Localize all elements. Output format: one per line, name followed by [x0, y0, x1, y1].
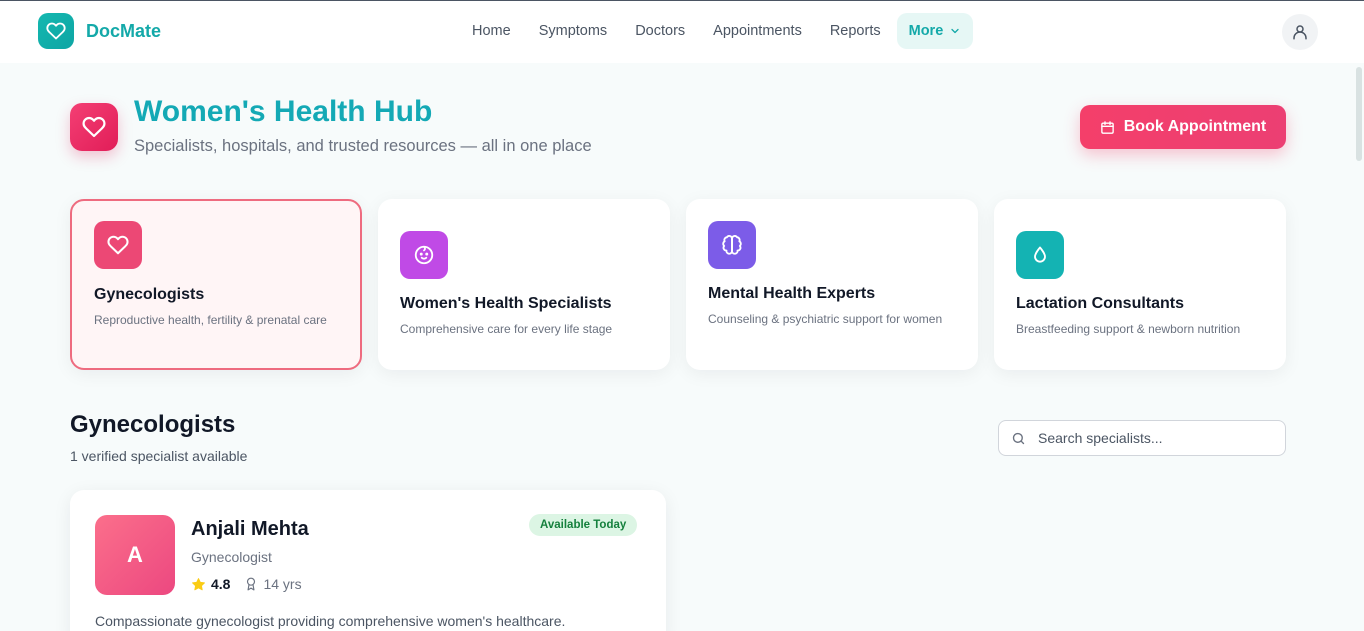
doctor-rating: 4.8: [211, 576, 231, 592]
section-title: Gynecologists: [70, 411, 236, 438]
nav-reports[interactable]: Reports: [816, 13, 895, 49]
category-desc: Comprehensive care for every life stage: [400, 322, 613, 336]
specialist-count: 1 verified specialist available: [70, 448, 248, 464]
doctor-card[interactable]: A Anjali Mehta Gynecologist 4.8 14 yrs A…: [70, 490, 666, 631]
award-icon: [247, 577, 256, 591]
category-card-lactation-consultants[interactable]: Lactation Consultants Breastfeeding supp…: [994, 199, 1286, 370]
nav-more-dropdown[interactable]: More: [896, 13, 974, 49]
nav-doctors[interactable]: Doctors: [621, 13, 699, 49]
category-card-womens-health-specialists[interactable]: Women's Health Specialists Comprehensive…: [378, 199, 670, 370]
doctor-bio: Compassionate gynecologist providing com…: [95, 613, 566, 629]
brand-name: DocMate: [86, 20, 162, 41]
category-title: Women's Health Specialists: [400, 295, 612, 312]
nav-home[interactable]: Home: [458, 13, 525, 49]
book-appointment-button[interactable]: Book Appointment: [1080, 105, 1286, 149]
page-subtitle: Specialists, hospitals, and trusted reso…: [134, 137, 592, 155]
nav-appointments[interactable]: Appointments: [699, 13, 816, 49]
category-card-mental-health-experts[interactable]: Mental Health Experts Counseling & psych…: [686, 199, 978, 370]
nav-symptoms[interactable]: Symptoms: [525, 13, 622, 49]
search-icon: [1012, 432, 1025, 444]
top-navbar: DocMate Home Symptoms Doctors Appointmen…: [0, 1, 1364, 63]
baby-icon: [400, 231, 448, 279]
category-title: Lactation Consultants: [1016, 295, 1185, 312]
chevron-down-icon: [951, 28, 959, 34]
user-profile-button[interactable]: [1282, 14, 1318, 50]
user-icon: [1293, 25, 1307, 40]
doctor-specialty: Gynecologist: [191, 549, 272, 565]
status-badge: Available Today: [529, 514, 638, 536]
category-desc: Reproductive health, fertility & prenata…: [94, 313, 327, 327]
nav-links: Home Symptoms Doctors Appointments Repor…: [458, 13, 974, 49]
heart-icon: [94, 221, 142, 269]
star-icon: [192, 577, 205, 590]
heart-icon: [70, 103, 118, 151]
brand[interactable]: DocMate: [38, 13, 161, 49]
page-title: Women's Health Hub: [134, 95, 433, 128]
heart-icon: [38, 13, 74, 49]
category-title: Gynecologists: [94, 286, 205, 303]
scrollbar-thumb[interactable]: [1356, 67, 1362, 161]
doctor-meta: 4.8 14 yrs: [191, 576, 302, 592]
doctor-experience: 14 yrs: [263, 576, 302, 592]
calendar-icon: [1100, 120, 1114, 134]
brain-icon: [708, 221, 756, 269]
nav-more-label: More: [908, 23, 944, 39]
category-desc: Counseling & psychiatric support for wom…: [708, 312, 943, 326]
droplet-icon: [1016, 231, 1064, 279]
category-desc: Breastfeeding support & newborn nutritio…: [1016, 322, 1241, 336]
doctor-name: Anjali Mehta: [191, 518, 309, 540]
search-box: [998, 420, 1286, 456]
avatar: A: [95, 515, 175, 595]
category-card-gynecologists[interactable]: Gynecologists Reproductive health, ferti…: [70, 199, 362, 370]
search-input[interactable]: [1038, 430, 1258, 446]
category-title: Mental Health Experts: [708, 285, 876, 302]
book-appointment-label: Book Appointment: [1123, 118, 1267, 135]
